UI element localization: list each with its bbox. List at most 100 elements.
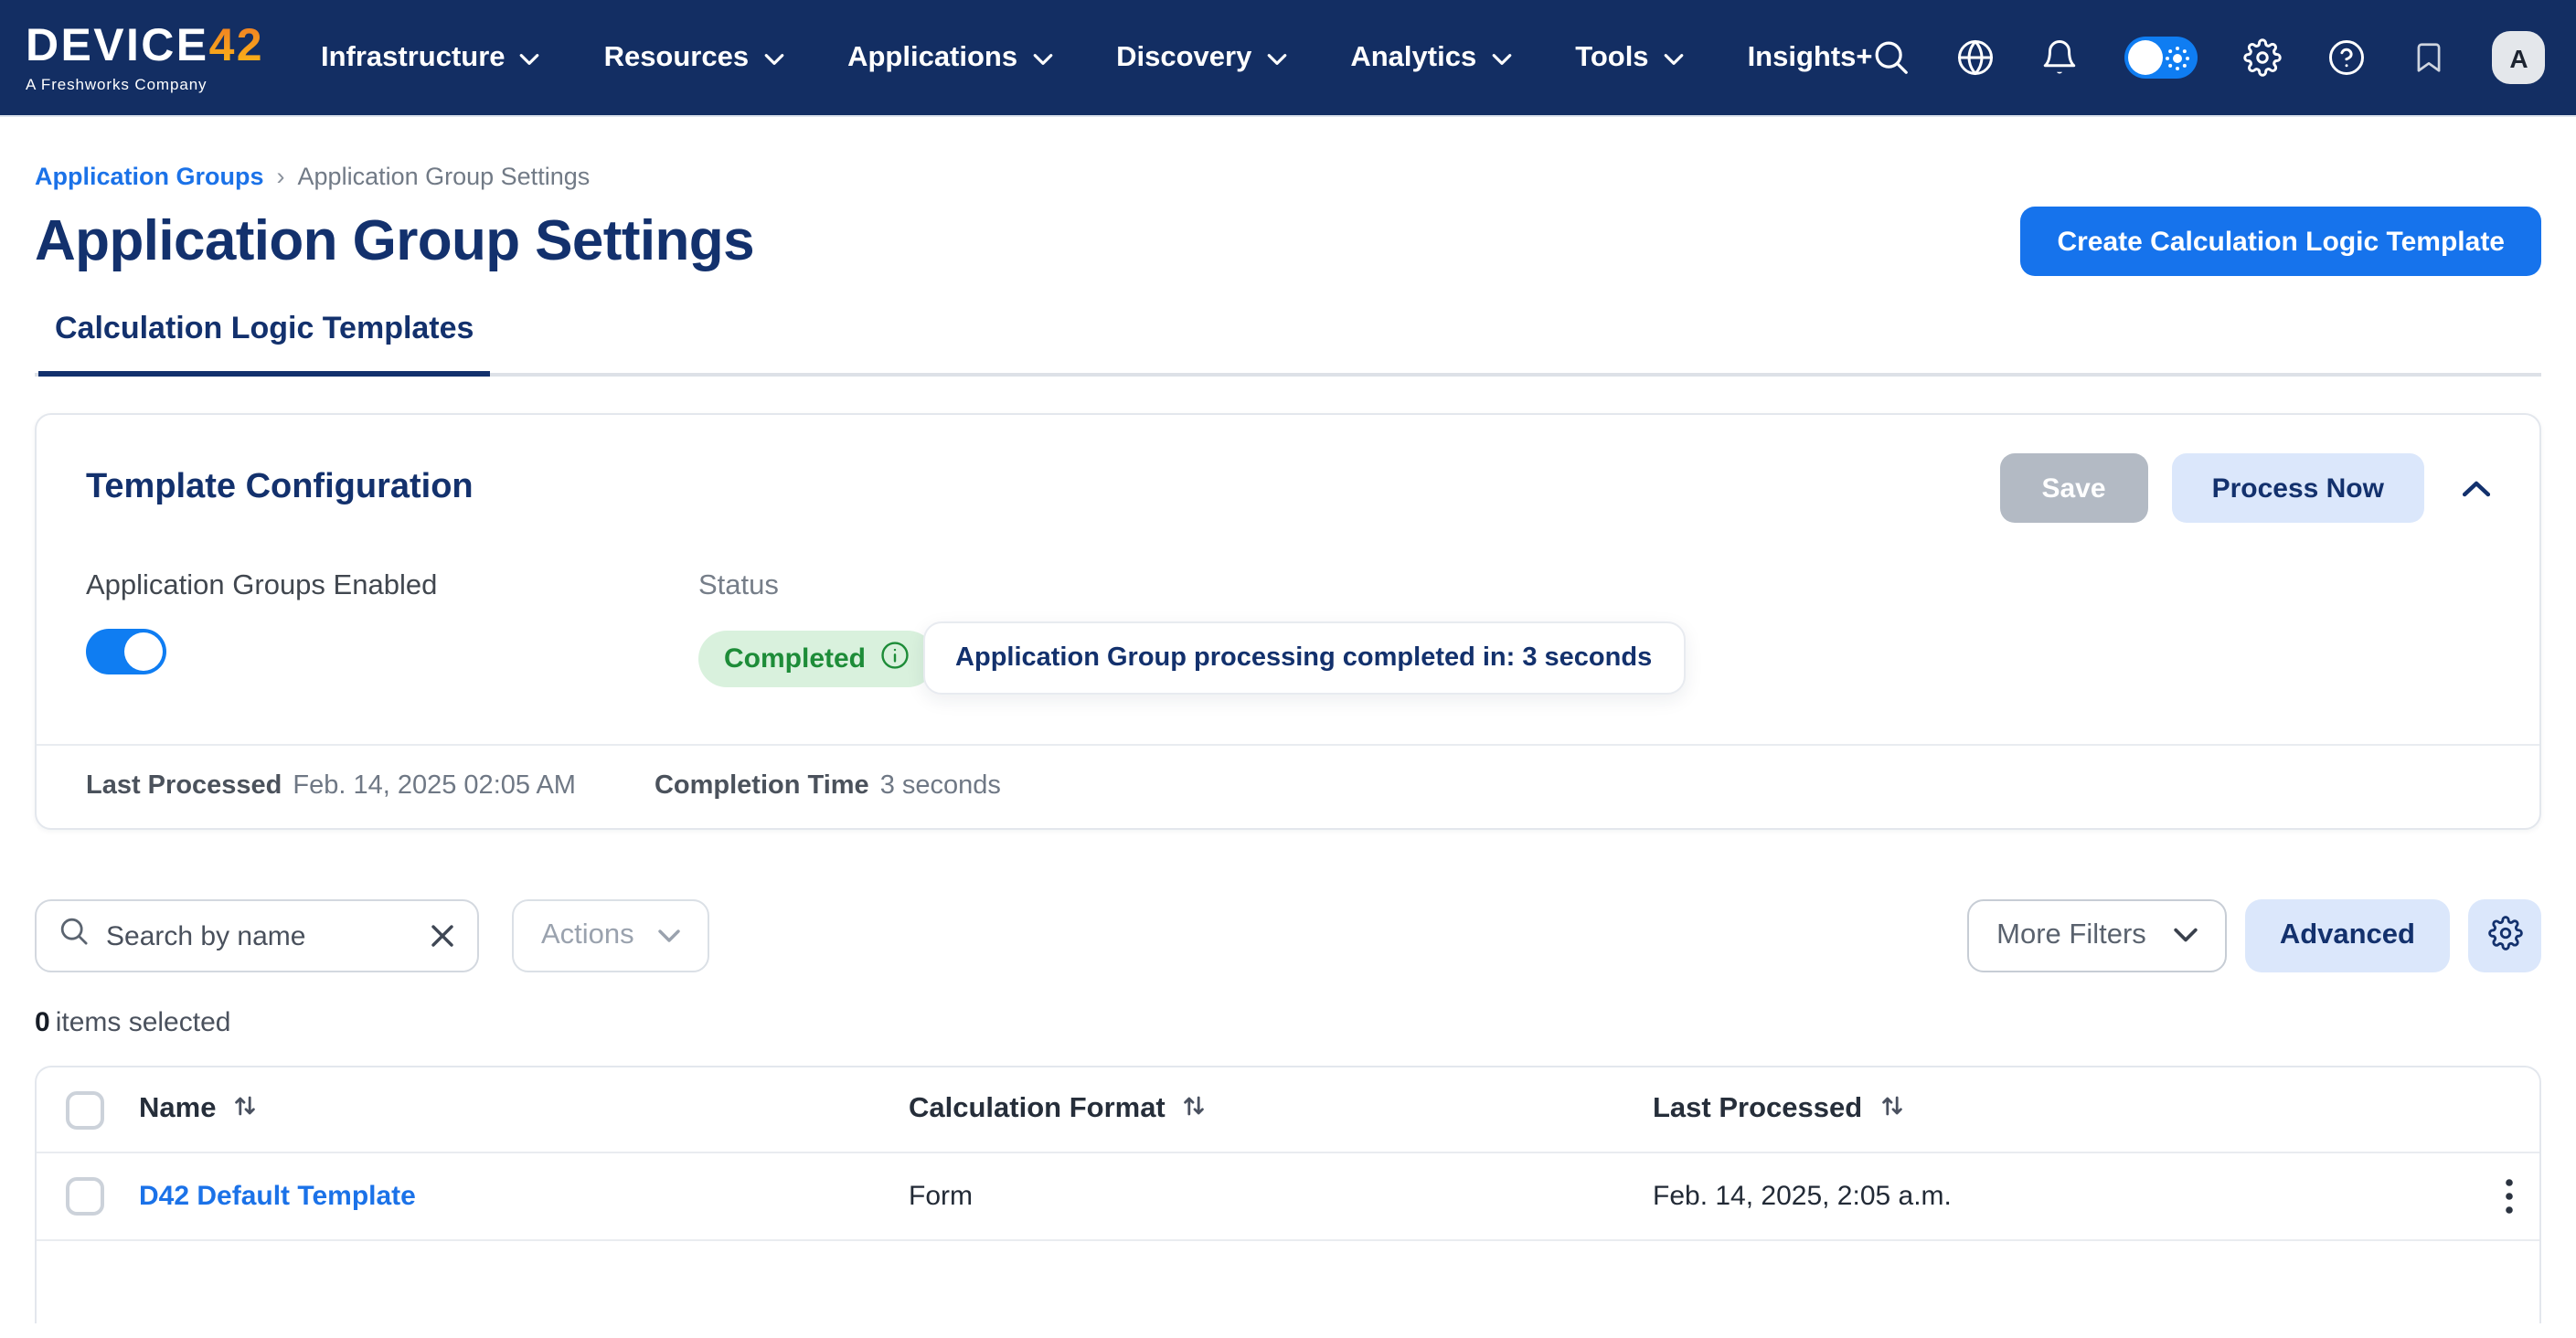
column-header-name[interactable]: Name: [139, 1092, 909, 1127]
breadcrumb: Application Groups › Application Group S…: [35, 163, 2541, 190]
selection-count-label: items selected: [56, 1007, 231, 1038]
menu-discovery[interactable]: Discovery: [1116, 41, 1286, 74]
top-navbar: DEVICE42 A Freshworks Company Infrastruc…: [0, 0, 2576, 115]
navbar-actions: A: [1873, 31, 2546, 84]
chevron-down-icon: [658, 919, 680, 952]
chevron-up-icon: [2463, 474, 2490, 502]
gear-icon: [2487, 916, 2522, 956]
device42-logo[interactable]: DEVICE42 A Freshworks Company: [26, 23, 264, 92]
toolbar-right: More Filters Advanced: [1967, 899, 2541, 972]
template-name-link[interactable]: D42 Default Template: [139, 1181, 909, 1212]
chevron-down-icon: [1032, 41, 1052, 74]
logo-wordmark: DEVICE42: [26, 23, 264, 69]
status-badge[interactable]: Completed: [698, 630, 935, 686]
last-processed: Last Processed Feb. 14, 2025 02:05 AM: [86, 771, 576, 801]
page: DEVICE42 A Freshworks Company Infrastruc…: [0, 0, 2576, 1338]
user-avatar[interactable]: A: [2493, 31, 2546, 84]
menu-infrastructure[interactable]: Infrastructure: [321, 41, 540, 74]
completion-time: Completion Time 3 seconds: [655, 771, 1001, 801]
help-icon[interactable]: [2328, 38, 2367, 77]
logo-tagline: A Freshworks Company: [26, 74, 207, 92]
theme-toggle[interactable]: [2125, 37, 2198, 79]
logo-text: DEVICE: [26, 23, 209, 69]
actions-dropdown[interactable]: Actions: [512, 899, 709, 972]
theme-toggle-knob: [2129, 40, 2164, 75]
table-settings-button[interactable]: [2468, 899, 2541, 972]
template-configuration-card: Template Configuration Save Process Now …: [35, 413, 2541, 830]
more-filters-dropdown[interactable]: More Filters: [1967, 899, 2227, 972]
templates-table: Name Calculation Format Last Processed D…: [35, 1066, 2541, 1323]
menu-analytics[interactable]: Analytics: [1350, 41, 1511, 74]
save-button[interactable]: Save: [1999, 453, 2147, 523]
enabled-label: Application Groups Enabled: [86, 570, 698, 603]
main-content: Application Groups › Application Group S…: [0, 163, 2576, 1323]
logo-accent: 42: [209, 23, 264, 69]
chevron-down-icon: [2174, 919, 2198, 952]
chevron-down-icon: [1491, 41, 1511, 74]
sun-icon: [2160, 39, 2197, 85]
toggle-knob: [123, 632, 162, 671]
list-toolbar: Actions More Filters Advanced: [35, 899, 2541, 972]
breadcrumb-separator: ›: [277, 163, 285, 190]
application-groups-toggle[interactable]: [86, 629, 166, 674]
bookmark-icon[interactable]: [2412, 38, 2447, 77]
status-badge-text: Completed: [724, 642, 866, 674]
menu-insights[interactable]: Insights+: [1748, 41, 1873, 74]
search-icon: [59, 916, 90, 956]
chevron-down-icon: [763, 41, 783, 74]
selection-count: 0items selected: [35, 1007, 2541, 1038]
card-header: Template Configuration Save Process Now: [37, 415, 2539, 523]
selection-count-number: 0: [35, 1007, 50, 1038]
sort-icon: [1879, 1092, 1904, 1127]
status-row: Completed Application Group processing c…: [698, 621, 1685, 695]
collapse-card-button[interactable]: [2463, 474, 2490, 502]
column-header-calculation-format[interactable]: Calculation Format: [909, 1092, 1653, 1127]
menu-applications[interactable]: Applications: [847, 41, 1052, 74]
process-now-button[interactable]: Process Now: [2172, 453, 2424, 523]
main-menu: Infrastructure Resources Applications Di…: [321, 41, 1873, 74]
completion-time-label: Completion Time: [655, 771, 869, 801]
notifications-bell-icon[interactable]: [2041, 38, 2080, 77]
chevron-down-icon: [520, 41, 540, 74]
last-processed-cell: Feb. 14, 2025, 2:05 a.m.: [1653, 1181, 2441, 1212]
page-header: Application Group Settings Create Calcul…: [35, 207, 2541, 276]
last-processed-value: Feb. 14, 2025 02:05 AM: [293, 771, 576, 801]
sort-icon: [1182, 1092, 1208, 1127]
settings-gear-icon[interactable]: [2244, 38, 2283, 77]
chevron-down-icon: [1664, 41, 1684, 74]
calculation-format-cell: Form: [909, 1181, 1653, 1212]
row-checkbox-cell: [66, 1177, 139, 1216]
row-checkbox[interactable]: [66, 1177, 104, 1216]
breadcrumb-current: Application Group Settings: [298, 163, 591, 190]
select-all-checkbox[interactable]: [66, 1090, 104, 1129]
clear-search-icon[interactable]: [430, 923, 455, 949]
chevron-down-icon: [1266, 41, 1286, 74]
advanced-button[interactable]: Advanced: [2245, 899, 2450, 972]
search-box: [35, 899, 479, 972]
globe-icon[interactable]: [1957, 38, 1996, 77]
last-processed-label: Last Processed: [86, 771, 282, 801]
card-body: Application Groups Enabled Status Comple…: [37, 523, 2539, 744]
table-header-row: Name Calculation Format Last Processed: [37, 1067, 2539, 1153]
menu-tools[interactable]: Tools: [1575, 41, 1683, 74]
row-actions-kebab-icon[interactable]: [2490, 1170, 2528, 1223]
column-header-last-processed[interactable]: Last Processed: [1653, 1092, 2441, 1127]
header-checkbox-cell: [66, 1090, 139, 1129]
info-icon: [878, 639, 910, 677]
tab-bar: Calculation Logic Templates: [35, 311, 2541, 377]
breadcrumb-parent-link[interactable]: Application Groups: [35, 163, 264, 190]
actions-label: Actions: [541, 919, 634, 952]
table-row: D42 Default Template Form Feb. 14, 2025,…: [37, 1153, 2539, 1241]
search-input[interactable]: [106, 920, 413, 951]
sort-icon: [232, 1092, 258, 1127]
menu-resources[interactable]: Resources: [604, 41, 784, 74]
status-label: Status: [698, 570, 1685, 603]
search-icon[interactable]: [1873, 38, 1911, 77]
completion-time-value: 3 seconds: [880, 771, 1001, 801]
tab-calculation-logic-templates[interactable]: Calculation Logic Templates: [38, 311, 490, 377]
status-field: Status Completed Application Group proce…: [698, 570, 1685, 695]
create-template-button[interactable]: Create Calculation Logic Template: [2020, 207, 2541, 276]
status-message-tooltip: Application Group processing completed i…: [922, 621, 1685, 695]
enabled-field: Application Groups Enabled: [86, 570, 698, 695]
table-empty-space: [37, 1241, 2539, 1323]
